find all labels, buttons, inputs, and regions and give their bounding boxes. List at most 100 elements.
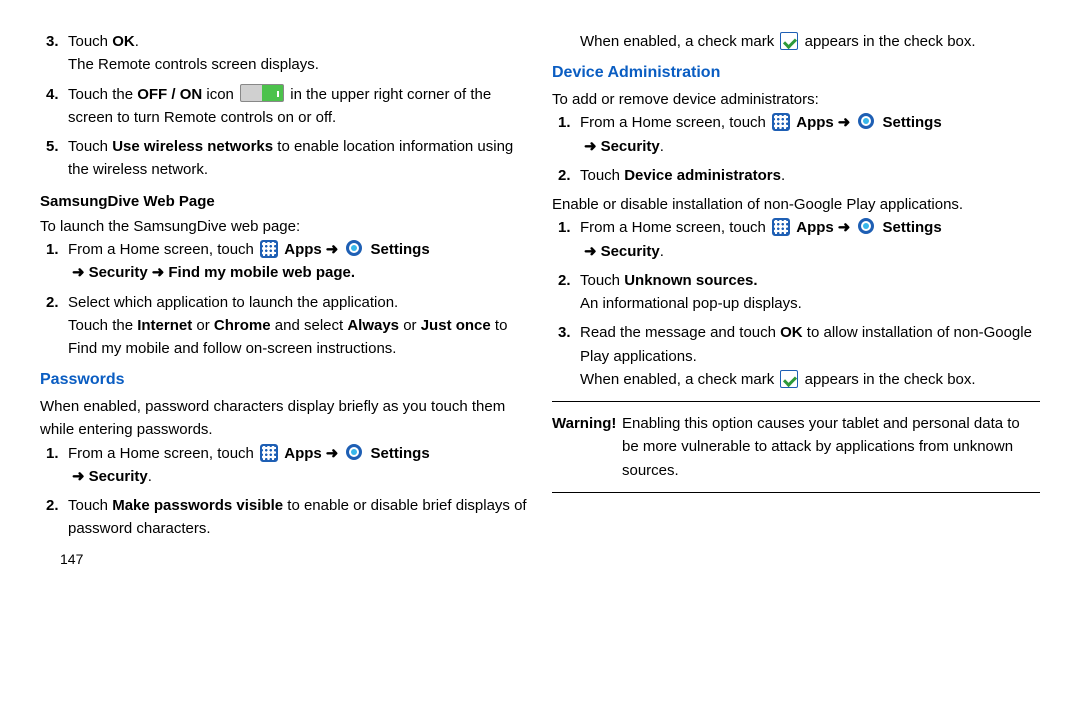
apps-grid-icon — [260, 240, 278, 258]
bold: Security — [89, 264, 148, 281]
bold: Security — [601, 138, 660, 155]
step-detail: An informational pop-up displays. — [580, 292, 1040, 315]
bold: Security — [601, 243, 660, 260]
continued-block: When enabled, a check mark appears in th… — [552, 30, 1040, 53]
bold: OFF / ON — [137, 86, 202, 103]
toggle-icon — [240, 84, 284, 102]
bold: Security — [89, 468, 148, 485]
ng-step-2: 2.Touch Unknown sources. An informationa… — [580, 269, 1040, 316]
arrow-icon: ➜ — [72, 468, 85, 485]
text: Touch — [68, 33, 112, 50]
divider — [552, 492, 1040, 493]
bold: Settings — [883, 219, 942, 236]
apps-grid-icon — [772, 113, 790, 131]
bold: Settings — [883, 114, 942, 131]
arrow-icon: ➜ — [152, 264, 165, 281]
arrow-icon: ➜ — [326, 445, 339, 462]
apps-grid-icon — [772, 218, 790, 236]
da-step-2: 2.Touch Device administrators. — [580, 164, 1040, 187]
text: From a Home screen, touch — [68, 241, 258, 258]
step-number: 1. — [46, 238, 68, 261]
nongoogle-steps: 1.From a Home screen, touch Apps➜ Settin… — [552, 216, 1040, 391]
arrow-icon: ➜ — [326, 241, 339, 258]
bold: Always — [347, 317, 399, 334]
arrow-icon: ➜ — [584, 138, 597, 155]
step-number: 2. — [46, 291, 68, 314]
arrow-icon: ➜ — [838, 219, 851, 236]
bold: Unknown sources. — [624, 272, 757, 289]
remote-controls-steps: 3.Touch OK. The Remote controls screen d… — [40, 30, 528, 182]
text: or — [192, 317, 214, 334]
step-number: 2. — [558, 269, 580, 292]
text: and select — [271, 317, 348, 334]
text: When enabled, a check mark — [580, 33, 778, 50]
device-admin-steps: 1.From a Home screen, touch Apps➜ Settin… — [552, 111, 1040, 187]
checkmark-icon — [780, 32, 798, 50]
step-number: 3. — [558, 321, 580, 344]
pw-step-1: 1.From a Home screen, touch Apps➜ Settin… — [68, 442, 528, 489]
bold: Chrome — [214, 317, 271, 334]
text: From a Home screen, touch — [580, 219, 770, 236]
text: Touch — [580, 167, 624, 184]
step-number: 1. — [558, 111, 580, 134]
passwords-steps: 1.From a Home screen, touch Apps➜ Settin… — [40, 442, 528, 541]
bold: Use wireless networks — [112, 138, 273, 155]
bold: Internet — [137, 317, 192, 334]
page-columns: 3.Touch OK. The Remote controls screen d… — [40, 30, 1040, 570]
warning-block: Warning! Enabling this option causes you… — [552, 412, 1040, 482]
text: icon — [202, 86, 238, 103]
text: or — [399, 317, 421, 334]
bold: Apps — [796, 114, 834, 131]
settings-gear-icon — [344, 442, 364, 462]
page-number: 147 — [60, 549, 528, 571]
samsungdive-heading: SamsungDive Web Page — [40, 190, 528, 213]
settings-gear-icon — [344, 238, 364, 258]
nongoogle-intro: Enable or disable installation of non-Go… — [552, 193, 1040, 216]
bold: Device administrators — [624, 167, 781, 184]
bold: OK — [112, 33, 135, 50]
ng-step-1: 1.From a Home screen, touch Apps➜ Settin… — [580, 216, 1040, 263]
sd-step-2: 2.Select which application to launch the… — [68, 291, 528, 361]
text: Read the message and touch — [580, 324, 780, 341]
arrow-icon: ➜ — [838, 114, 851, 131]
device-admin-intro: To add or remove device administrators: — [552, 88, 1040, 111]
passwords-intro: When enabled, password characters displa… — [40, 395, 528, 442]
step-detail: The Remote controls screen displays. — [68, 53, 528, 76]
divider — [552, 401, 1040, 402]
text: Touch — [580, 272, 624, 289]
text: From a Home screen, touch — [580, 114, 770, 131]
samsungdive-intro: To launch the SamsungDive web page: — [40, 215, 528, 238]
step-number: 3. — [46, 30, 68, 53]
pw-step-2: 2.Touch Make passwords visible to enable… — [68, 494, 528, 541]
device-admin-heading: Device Administration — [552, 61, 1040, 86]
passwords-heading: Passwords — [40, 368, 528, 393]
apps-grid-icon — [260, 444, 278, 462]
da-step-1: 1.From a Home screen, touch Apps➜ Settin… — [580, 111, 1040, 158]
right-column: When enabled, a check mark appears in th… — [552, 30, 1040, 570]
arrow-icon: ➜ — [584, 243, 597, 260]
text: Select which application to launch the a… — [68, 294, 398, 311]
step-number: 2. — [558, 164, 580, 187]
text: Touch the — [68, 86, 137, 103]
settings-gear-icon — [856, 111, 876, 131]
warning-label: Warning! — [552, 412, 622, 482]
step-number: 1. — [558, 216, 580, 239]
step-5: 5.Touch Use wireless networks to enable … — [68, 135, 528, 182]
bold: Make passwords visible — [112, 497, 283, 514]
step-4: 4.Touch the OFF / ON icon in the upper r… — [68, 83, 528, 130]
bold: OK — [780, 324, 803, 341]
bold: Settings — [371, 445, 430, 462]
bold: Settings — [371, 241, 430, 258]
ng-step-3: 3.Read the message and touch OK to allow… — [580, 321, 1040, 391]
text: . — [135, 33, 139, 50]
left-column: 3.Touch OK. The Remote controls screen d… — [40, 30, 528, 570]
settings-gear-icon — [856, 216, 876, 236]
step-number: 5. — [46, 135, 68, 158]
text: appears in the check box. — [800, 371, 975, 388]
warning-body: Enabling this option causes your tablet … — [622, 412, 1040, 482]
text: From a Home screen, touch — [68, 445, 258, 462]
arrow-icon: ➜ — [72, 264, 85, 281]
bold: Apps — [284, 241, 322, 258]
text: When enabled, a check mark — [580, 371, 778, 388]
step-number: 4. — [46, 83, 68, 106]
